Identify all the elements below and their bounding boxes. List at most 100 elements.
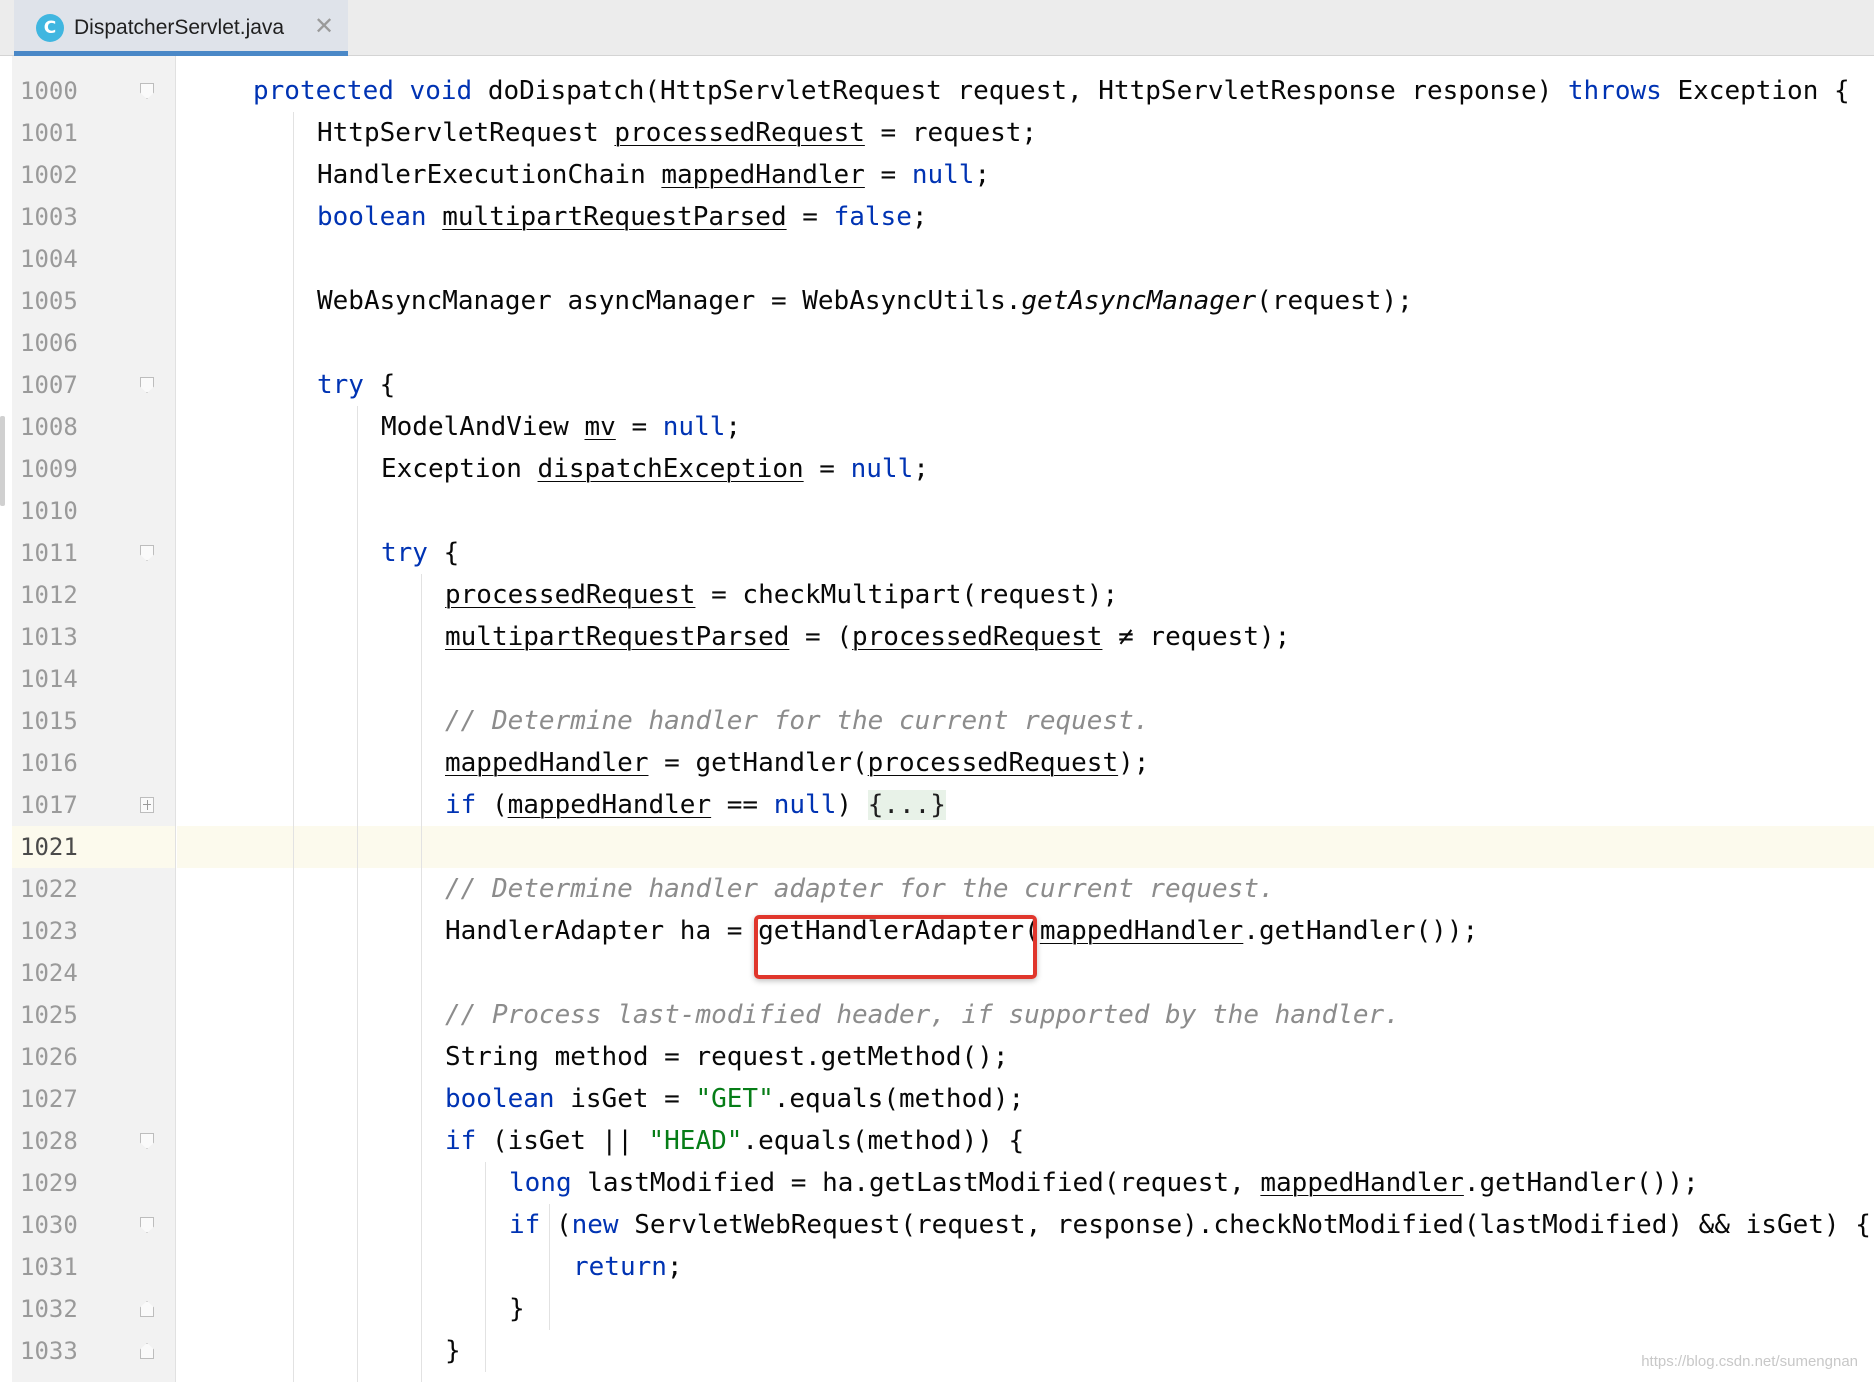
line-number[interactable]: 1033 xyxy=(20,1330,100,1372)
code-token: throws xyxy=(1567,76,1662,106)
line-number[interactable]: 1013 xyxy=(20,616,100,658)
code-token: mappedHandler xyxy=(661,160,865,190)
code-token: processedRequest xyxy=(614,118,865,148)
code-line[interactable]: try { xyxy=(317,364,395,406)
code-token: false xyxy=(833,202,912,232)
fold-end-icon[interactable] xyxy=(140,1301,154,1317)
code-token: = checkMultipart(request); xyxy=(695,580,1119,610)
line-number[interactable]: 1025 xyxy=(20,994,100,1036)
watermark: https://blog.csdn.net/sumengnan xyxy=(1641,1353,1858,1370)
line-number[interactable]: 1008 xyxy=(20,406,100,448)
line-number[interactable]: 1017 xyxy=(20,784,100,826)
line-number[interactable]: 1011 xyxy=(20,532,100,574)
code-token: multipartRequestParsed xyxy=(445,622,790,652)
code-token: = xyxy=(615,412,663,442)
code-token: (request); xyxy=(1256,286,1413,316)
line-number[interactable]: 1012 xyxy=(20,574,100,616)
code-token: String method = request.getMethod(); xyxy=(445,1042,1009,1072)
fold-collapse-icon[interactable] xyxy=(140,377,154,393)
fold-collapse-icon[interactable] xyxy=(140,545,154,561)
code-line[interactable]: protected void doDispatch(HttpServletReq… xyxy=(253,70,1850,112)
code-line[interactable]: long lastModified = ha.getLastModified(r… xyxy=(509,1162,1699,1204)
line-number[interactable]: 1007 xyxy=(20,364,100,406)
tab-title: DispatcherServlet.java xyxy=(74,16,285,39)
code-line[interactable]: mappedHandler = getHandler(processedRequ… xyxy=(445,742,1149,784)
code-line[interactable]: ModelAndView mv = null; xyxy=(381,406,741,448)
line-number[interactable]: 1006 xyxy=(20,322,100,364)
code-line[interactable]: if (mappedHandler == null) {...} xyxy=(445,784,946,826)
code-token: if xyxy=(445,1126,477,1156)
line-number[interactable]: 1032 xyxy=(20,1288,100,1330)
code-token: ( xyxy=(476,790,508,820)
code-token: ; xyxy=(911,202,928,232)
code-line[interactable]: WebAsyncManager asyncManager = WebAsyncU… xyxy=(317,280,1413,322)
line-number[interactable]: 1021 xyxy=(20,826,100,868)
code-token: processedRequest xyxy=(852,622,1103,652)
code-line[interactable]: } xyxy=(509,1288,525,1330)
fold-end-icon[interactable] xyxy=(140,1343,154,1359)
line-number[interactable]: 1010 xyxy=(20,490,100,532)
code-token: { xyxy=(427,538,460,568)
code-line[interactable]: processedRequest = checkMultipart(reques… xyxy=(445,574,1118,616)
code-line[interactable]: Exception dispatchException = null; xyxy=(381,448,929,490)
code-line[interactable]: if (isGet || "HEAD".equals(method)) { xyxy=(445,1120,1024,1162)
current-line-highlight xyxy=(177,826,1874,868)
line-number[interactable]: 1026 xyxy=(20,1036,100,1078)
line-number[interactable]: 1029 xyxy=(20,1162,100,1204)
code-line[interactable]: // Determine handler adapter for the cur… xyxy=(445,868,1275,910)
line-number[interactable]: 1014 xyxy=(20,658,100,700)
line-number[interactable]: 1004 xyxy=(20,238,100,280)
fold-collapse-icon[interactable] xyxy=(140,1217,154,1233)
code-line[interactable]: // Process last-modified header, if supp… xyxy=(445,994,1400,1036)
code-line[interactable]: boolean isGet = "GET".equals(method); xyxy=(445,1078,1024,1120)
code-token: .equals(method)) { xyxy=(742,1126,1025,1156)
code-line[interactable]: if (new ServletWebRequest(request, respo… xyxy=(509,1204,1871,1246)
line-number[interactable]: 1005 xyxy=(20,280,100,322)
code-token: void xyxy=(409,76,473,106)
line-number[interactable]: 1022 xyxy=(20,868,100,910)
code-token: .equals(method); xyxy=(773,1084,1025,1114)
code-editor[interactable]: protected void doDispatch(HttpServletReq… xyxy=(177,56,1874,1382)
code-line[interactable]: HttpServletRequest processedRequest = re… xyxy=(317,112,1037,154)
line-number[interactable]: 1023 xyxy=(20,910,100,952)
fold-collapse-icon[interactable] xyxy=(140,1133,154,1149)
line-number[interactable]: 1009 xyxy=(20,448,100,490)
line-number[interactable]: 1016 xyxy=(20,742,100,784)
code-token: } xyxy=(509,1294,525,1324)
code-token: mappedHandler xyxy=(1039,916,1244,946)
code-line[interactable]: multipartRequestParsed = (processedReque… xyxy=(445,616,1290,658)
code-token: ServletWebRequest(request, response).che… xyxy=(618,1210,1871,1240)
line-number[interactable]: 1000 xyxy=(20,70,100,112)
code-line[interactable]: boolean multipartRequestParsed = false; xyxy=(317,196,928,238)
line-number[interactable]: 1031 xyxy=(20,1246,100,1288)
fold-expand-icon[interactable] xyxy=(140,797,154,813)
code-token: Exception xyxy=(381,454,538,484)
code-token: if xyxy=(445,790,477,820)
code-token: long xyxy=(509,1168,572,1198)
code-token: try xyxy=(317,370,364,400)
code-token: ≠ request); xyxy=(1102,622,1291,652)
tab-dispatcherservlet-java[interactable]: C DispatcherServlet.java ✕ xyxy=(14,0,348,56)
line-number[interactable]: 1024 xyxy=(20,952,100,994)
close-icon[interactable]: ✕ xyxy=(314,12,334,40)
line-number[interactable]: 1001 xyxy=(20,112,100,154)
line-number[interactable]: 1030 xyxy=(20,1204,100,1246)
line-number[interactable]: 1003 xyxy=(20,196,100,238)
code-token: "HEAD" xyxy=(648,1126,743,1156)
code-line[interactable]: } xyxy=(445,1330,461,1372)
scroll-marker[interactable] xyxy=(0,416,5,506)
code-line[interactable]: HandlerExecutionChain mappedHandler = nu… xyxy=(317,154,990,196)
code-line[interactable]: try { xyxy=(381,532,459,574)
line-number[interactable]: 1028 xyxy=(20,1120,100,1162)
code-line[interactable]: String method = request.getMethod(); xyxy=(445,1036,1009,1078)
code-token: HandlerExecutionChain xyxy=(317,160,662,190)
code-token: ; xyxy=(913,454,929,484)
code-line[interactable]: return; xyxy=(573,1246,683,1288)
line-number[interactable]: 1027 xyxy=(20,1078,100,1120)
line-number[interactable]: 1002 xyxy=(20,154,100,196)
line-number[interactable]: 1015 xyxy=(20,700,100,742)
code-line[interactable]: // Determine handler for the current req… xyxy=(445,700,1149,742)
indent-guide xyxy=(357,406,358,1382)
fold-collapse-icon[interactable] xyxy=(140,83,154,99)
